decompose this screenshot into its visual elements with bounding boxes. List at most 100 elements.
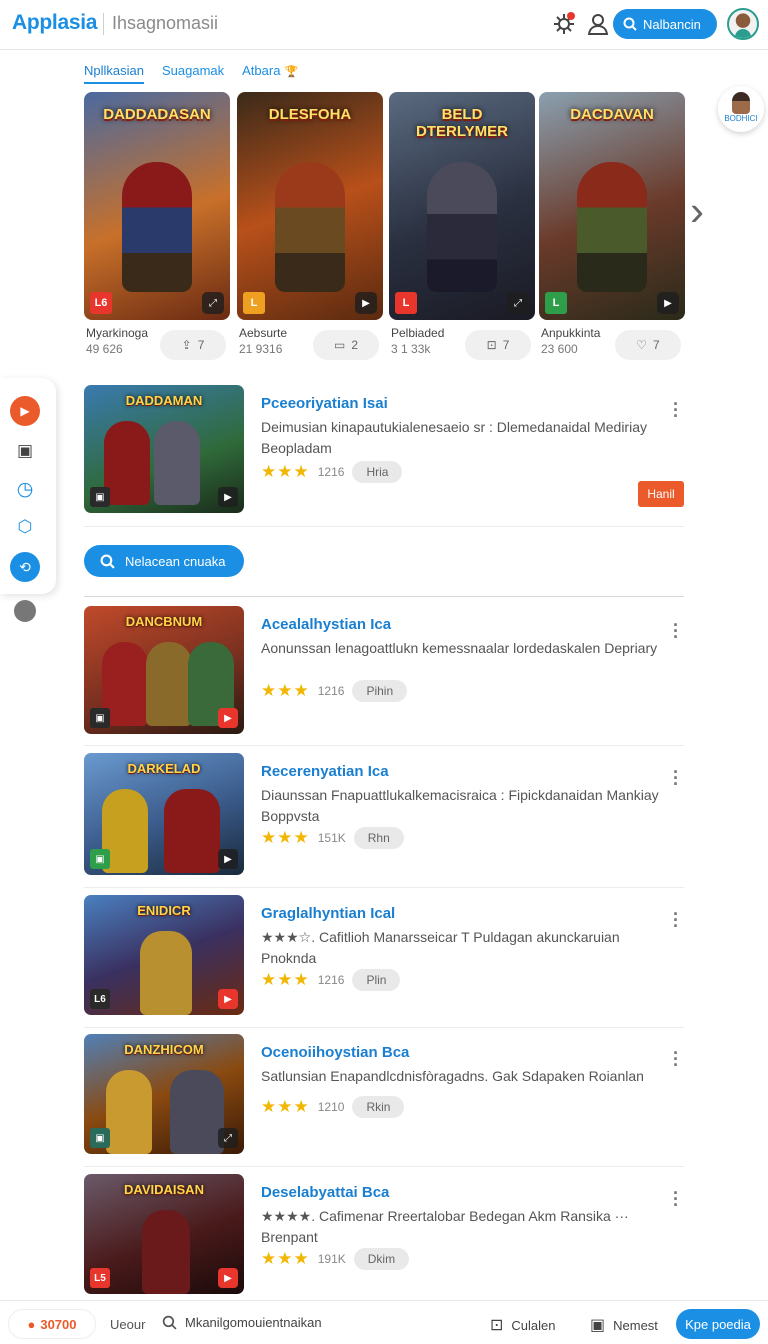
list-item-title[interactable]: Recerenyatian Ica xyxy=(261,763,389,780)
search-icon xyxy=(100,554,115,569)
rating-badge: L6 xyxy=(90,292,112,314)
list-item[interactable]: DARKELAD ▣ ▶ Recerenyatian Ica Diaunssan… xyxy=(84,753,684,888)
app-logo[interactable]: Applasia xyxy=(12,11,97,35)
expand-icon[interactable]: ⤢ xyxy=(202,292,224,314)
status-pill[interactable]: Pihin xyxy=(352,680,408,702)
link-icon[interactable]: ⟲ xyxy=(10,552,40,582)
featured-card[interactable]: DACDAVAN L ▶ Anpukkinta 23 600 ♡ 7 xyxy=(539,92,685,360)
rating-row: ★★★ 1210 Rkin xyxy=(261,1096,405,1118)
hero-figure xyxy=(154,421,200,505)
clock-icon[interactable]: ◷ xyxy=(10,474,40,504)
tab-npllkasian[interactable]: Npllkasian xyxy=(84,60,144,84)
list-item-description: Aonunssan lenagoattlukn kemessnaalar lor… xyxy=(261,640,658,656)
featured-image[interactable]: DACDAVAN L ▶ xyxy=(539,92,685,320)
more-icon[interactable]: · · · xyxy=(668,1044,684,1074)
list-thumbnail[interactable]: ENIDICR L6 ▶ xyxy=(84,895,244,1015)
expand-icon[interactable]: ⤢ xyxy=(507,292,529,314)
floating-profile-label: BODHICI xyxy=(724,114,758,123)
list-thumbnail[interactable]: DANCBNUM ▣ ▶ xyxy=(84,606,244,734)
tab-suagamak[interactable]: Suagamak xyxy=(162,60,224,88)
play-icon[interactable]: ▶ xyxy=(218,849,238,869)
hero-figure xyxy=(170,1070,224,1154)
play-icon[interactable]: ▶ xyxy=(218,1268,238,1288)
avatar[interactable] xyxy=(727,8,759,40)
list-item-title[interactable]: Acealalhystian Ica xyxy=(261,616,391,633)
featured-count: 3 1 33k xyxy=(391,342,431,356)
tag-icon[interactable]: ⬡ xyxy=(10,512,40,542)
list-item[interactable]: DAVIDAISAN L5 ▶ Deselabyattai Bca ★★★★. … xyxy=(84,1174,684,1298)
list-item[interactable]: ENIDICR L6 ▶ Graglalhyntian Ical ★★★☆. C… xyxy=(84,895,684,1028)
hot-button[interactable]: Hanil xyxy=(638,481,684,507)
featured-image[interactable]: DLESFOHA L ▶ xyxy=(237,92,383,320)
play-icon[interactable]: ▶ xyxy=(657,292,679,314)
play-icon[interactable]: ▶ xyxy=(10,396,40,426)
list-item-title[interactable]: Pceeoriyatian Isai xyxy=(261,395,388,412)
search-icon xyxy=(162,1315,177,1330)
search-more-label: Nelacean cnuaka xyxy=(125,553,226,569)
play-icon[interactable]: ▶ xyxy=(218,487,238,507)
download-button[interactable]: ⊡ 7 xyxy=(465,330,531,360)
bottom-item-culalen[interactable]: ⊡ Culalen xyxy=(490,1315,556,1335)
status-pill[interactable]: Hria xyxy=(352,461,403,483)
list-item-title[interactable]: Ocenoiihoystian Bca xyxy=(261,1044,409,1061)
bottom-search[interactable]: Mkanilgomouientnaikan xyxy=(162,1315,322,1330)
more-icon[interactable]: · · · xyxy=(668,616,684,646)
more-icon[interactable]: · · · xyxy=(668,905,684,935)
row-divider xyxy=(84,745,684,746)
list-item[interactable]: DANZHICOM ▣ ⤢ Ocenoiihoystian Bca Satlun… xyxy=(84,1034,684,1167)
tab-atbara[interactable]: Atbara 🏆 xyxy=(242,60,298,88)
search-icon xyxy=(623,17,637,31)
message-button[interactable]: ▭ 2 xyxy=(313,330,379,360)
bottom-label[interactable]: Ueour xyxy=(110,1317,145,1332)
shield-icon[interactable] xyxy=(14,600,36,622)
like-button[interactable]: ♡ 7 xyxy=(615,330,681,360)
featured-card[interactable]: DLESFOHA L ▶ Aebsurte 21 9316 ▭ 2 xyxy=(237,92,383,360)
list-item-title[interactable]: Graglalhyntian Ical xyxy=(261,905,395,922)
bottom-item-nemest[interactable]: ▣ Nemest xyxy=(590,1315,658,1335)
action-count: 2 xyxy=(351,338,359,352)
play-icon[interactable]: ▶ xyxy=(218,708,238,728)
rating-badge: L xyxy=(243,292,265,314)
expand-icon[interactable]: ⤢ xyxy=(218,1128,238,1148)
cta-button[interactable]: Kpe poedia xyxy=(676,1309,760,1339)
list-thumbnail[interactable]: DANZHICOM ▣ ⤢ xyxy=(84,1034,244,1154)
chevron-right-icon[interactable]: › xyxy=(690,190,704,232)
list-thumbnail[interactable]: DADDAMAN ▣ ▶ xyxy=(84,385,244,513)
more-icon[interactable]: · · · xyxy=(668,395,684,425)
search-button[interactable]: Nalbancin xyxy=(613,9,717,39)
points-badge[interactable]: ● 30700 xyxy=(8,1309,96,1339)
search-more-button[interactable]: Nelacean cnuaka xyxy=(84,545,244,577)
user-icon[interactable] xyxy=(585,11,611,37)
featured-card[interactable]: DADDADASAN L6 ⤢ Myarkinoga 49 626 ⇪ 7 xyxy=(84,92,230,360)
status-pill[interactable]: Dkim xyxy=(353,1248,410,1270)
bottom-search-text: Mkanilgomouientnaikan xyxy=(185,1315,322,1330)
list-item-description: ★★★★. Cafimenar Rreertalobar Bedegan Akm… xyxy=(261,1208,629,1245)
list-thumbnail[interactable]: DARKELAD ▣ ▶ xyxy=(84,753,244,875)
share-button[interactable]: ⇪ 7 xyxy=(160,330,226,360)
more-icon[interactable]: · · · xyxy=(668,763,684,793)
list-item[interactable]: DANCBNUM ▣ ▶ Acealalhystian Ica Aonunssa… xyxy=(84,606,684,746)
status-pill[interactable]: Rhn xyxy=(353,827,404,849)
featured-image[interactable]: DADDADASAN L6 ⤢ xyxy=(84,92,230,320)
square-icon: ▣ xyxy=(590,1317,606,1334)
featured-card[interactable]: BELD DTERLYMER L ⤢ Pelbiaded 3 1 33k ⊡ 7 xyxy=(389,92,535,360)
featured-image[interactable]: BELD DTERLYMER L ⤢ xyxy=(389,92,535,320)
floating-profile[interactable]: BODHICI xyxy=(718,86,764,132)
status-pill[interactable]: Plin xyxy=(352,969,401,991)
square-icon[interactable]: ▣ xyxy=(10,436,40,466)
list-thumbnail[interactable]: DAVIDAISAN L5 ▶ xyxy=(84,1174,244,1294)
list-item[interactable]: DADDAMAN ▣ ▶ Pceeoriyatian Isai Deimusia… xyxy=(84,385,684,527)
more-icon[interactable]: · · · xyxy=(668,1184,684,1214)
row-divider xyxy=(84,1027,684,1028)
play-icon[interactable]: ▶ xyxy=(218,989,238,1009)
brand-divider xyxy=(103,13,104,35)
rating-count: 151K xyxy=(317,831,346,845)
play-icon[interactable]: ▶ xyxy=(355,292,377,314)
profile-face xyxy=(732,92,750,114)
rating-row: ★★★ 1216 Pihin xyxy=(261,680,408,702)
list-item-description: Satlunsian Enapandlcdnisfòragadns. Gak S… xyxy=(261,1068,644,1084)
list-item-title[interactable]: Deselabyattai Bca xyxy=(261,1184,389,1201)
thumbnail-art-title: DAVIDAISAN xyxy=(124,1182,204,1197)
hero-figure xyxy=(427,162,497,292)
status-pill[interactable]: Rkin xyxy=(352,1096,405,1118)
